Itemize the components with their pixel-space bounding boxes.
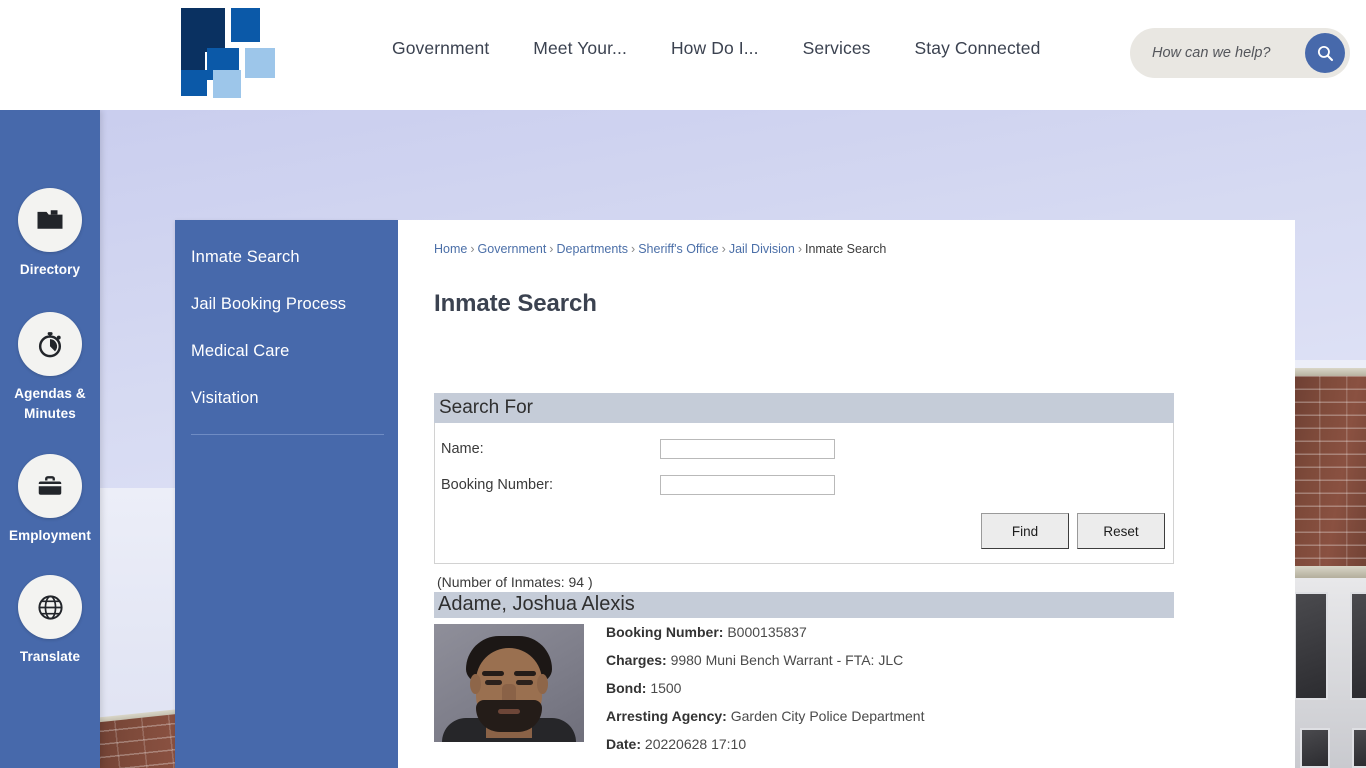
- folder-icon: [37, 210, 63, 229]
- breadcrumb-item-current: Inmate Search: [804, 242, 887, 256]
- search-submit-button[interactable]: [1305, 33, 1345, 73]
- breadcrumb-separator: ›: [631, 242, 636, 256]
- detail-label-charges: Charges:: [606, 652, 667, 668]
- rail-item-agendas-minutes[interactable]: Agendas & Minutes: [0, 312, 100, 424]
- section-navigation: Inmate Search Jail Booking Process Medic…: [175, 220, 398, 768]
- globe-icon: [37, 594, 63, 620]
- search-form-body: Name: Booking Number: Find Reset: [434, 423, 1174, 564]
- name-form-row: Name:: [435, 439, 1173, 459]
- breadcrumb-item-departments[interactable]: Departments: [556, 242, 628, 256]
- breadcrumb-item-government[interactable]: Government: [478, 242, 547, 256]
- breadcrumb-item-sheriffs-office[interactable]: Sheriff's Office: [638, 242, 718, 256]
- name-field[interactable]: [660, 439, 835, 459]
- rail-label-agendas-minutes: Agendas & Minutes: [14, 386, 86, 421]
- main-navigation: Government Meet Your... How Do I... Serv…: [370, 38, 1062, 59]
- sidebar-item-visitation[interactable]: Visitation: [175, 375, 398, 422]
- nav-item-meet-your[interactable]: Meet Your...: [511, 38, 649, 59]
- reset-button[interactable]: Reset: [1077, 513, 1165, 549]
- site-header: Government Meet Your... How Do I... Serv…: [0, 0, 1366, 110]
- detail-value-arresting-agency: Garden City Police Department: [730, 708, 925, 724]
- briefcase-icon: [37, 476, 63, 495]
- booking-number-form-row: Booking Number:: [435, 475, 1173, 495]
- breadcrumb-separator: ›: [721, 242, 726, 256]
- breadcrumb-item-jail-division[interactable]: Jail Division: [729, 242, 795, 256]
- name-label: Name:: [441, 441, 484, 457]
- search-form-heading: Search For: [434, 393, 1174, 423]
- detail-charges: Charges: 9980 Muni Bench Warrant - FTA: …: [606, 652, 925, 668]
- rail-label-translate: Translate: [19, 649, 81, 664]
- booking-number-label: Booking Number:: [441, 477, 554, 493]
- detail-bond: Bond: 1500: [606, 680, 925, 696]
- nav-item-how-do-i[interactable]: How Do I...: [649, 38, 781, 59]
- breadcrumb-separator: ›: [797, 242, 802, 256]
- quick-links-rail: Directory Agendas & Minutes Employment T…: [0, 110, 100, 768]
- nav-item-services[interactable]: Services: [781, 38, 893, 59]
- detail-label-bond: Bond:: [606, 680, 647, 696]
- breadcrumb-item-home[interactable]: Home: [434, 242, 467, 256]
- breadcrumb-separator: ›: [549, 242, 554, 256]
- page-title: Inmate Search: [434, 290, 597, 317]
- translate-icon-circle: [18, 575, 82, 639]
- breadcrumb: Home › Government › Departments › Sheriff's Of…: [434, 236, 1271, 256]
- inmate-count: (Number of Inmates: 94 ): [437, 574, 593, 590]
- detail-value-bond: 1500: [650, 680, 682, 696]
- booking-number-field[interactable]: [660, 475, 835, 495]
- inmate-detail-row: Booking Number: B000135837 Charges: 9980…: [434, 624, 1271, 764]
- county-logo[interactable]: [181, 8, 275, 98]
- nav-item-government[interactable]: Government: [370, 38, 511, 59]
- inmate-mugshot: [434, 624, 584, 742]
- detail-label-booking-number: Booking Number:: [606, 624, 724, 640]
- detail-label-date: Date:: [606, 736, 642, 752]
- detail-value-booking-number: B000135837: [727, 624, 807, 640]
- section-nav-divider: [191, 434, 384, 435]
- rail-item-directory[interactable]: Directory: [0, 188, 100, 280]
- rail-label-directory: Directory: [19, 262, 81, 277]
- search-icon: [1317, 45, 1333, 61]
- stopwatch-icon: [38, 331, 61, 357]
- rail-label-employment: Employment: [8, 528, 91, 543]
- sidebar-item-medical-care[interactable]: Medical Care: [175, 328, 398, 375]
- find-button[interactable]: Find: [981, 513, 1069, 549]
- nav-item-stay-connected[interactable]: Stay Connected: [893, 38, 1063, 59]
- detail-date: Date: 20220628 17:10: [606, 736, 925, 752]
- inmate-details: Booking Number: B000135837 Charges: 9980…: [584, 624, 925, 764]
- detail-arresting-agency: Arresting Agency: Garden City Police Dep…: [606, 708, 925, 724]
- search-form-actions: Find Reset: [435, 513, 1173, 549]
- inmate-result: Adame, Joshua Alexis Booking Number: B00…: [434, 592, 1271, 764]
- detail-booking-number: Booking Number: B000135837: [606, 624, 925, 640]
- detail-label-arresting-agency: Arresting Agency:: [606, 708, 727, 724]
- site-search: [1130, 28, 1350, 78]
- content-card: Inmate Search Jail Booking Process Medic…: [175, 220, 1295, 768]
- sidebar-item-jail-booking-process[interactable]: Jail Booking Process: [175, 281, 398, 328]
- search-input[interactable]: [1152, 28, 1302, 78]
- detail-value-charges: 9980 Muni Bench Warrant - FTA: JLC: [670, 652, 904, 668]
- sidebar-item-inmate-search[interactable]: Inmate Search: [175, 234, 398, 281]
- rail-item-employment[interactable]: Employment: [0, 454, 100, 546]
- main-content: Home › Government › Departments › Sheriff's Of…: [398, 220, 1295, 768]
- agendas-icon-circle: [18, 312, 82, 376]
- inmate-search-form: Search For Name: Booking Number: Find Re…: [434, 393, 1174, 564]
- rail-item-translate[interactable]: Translate: [0, 575, 100, 667]
- directory-icon-circle: [18, 188, 82, 252]
- detail-value-date: 20220628 17:10: [644, 736, 747, 752]
- inmate-name[interactable]: Adame, Joshua Alexis: [434, 592, 1174, 618]
- breadcrumb-separator: ›: [470, 242, 475, 256]
- employment-icon-circle: [18, 454, 82, 518]
